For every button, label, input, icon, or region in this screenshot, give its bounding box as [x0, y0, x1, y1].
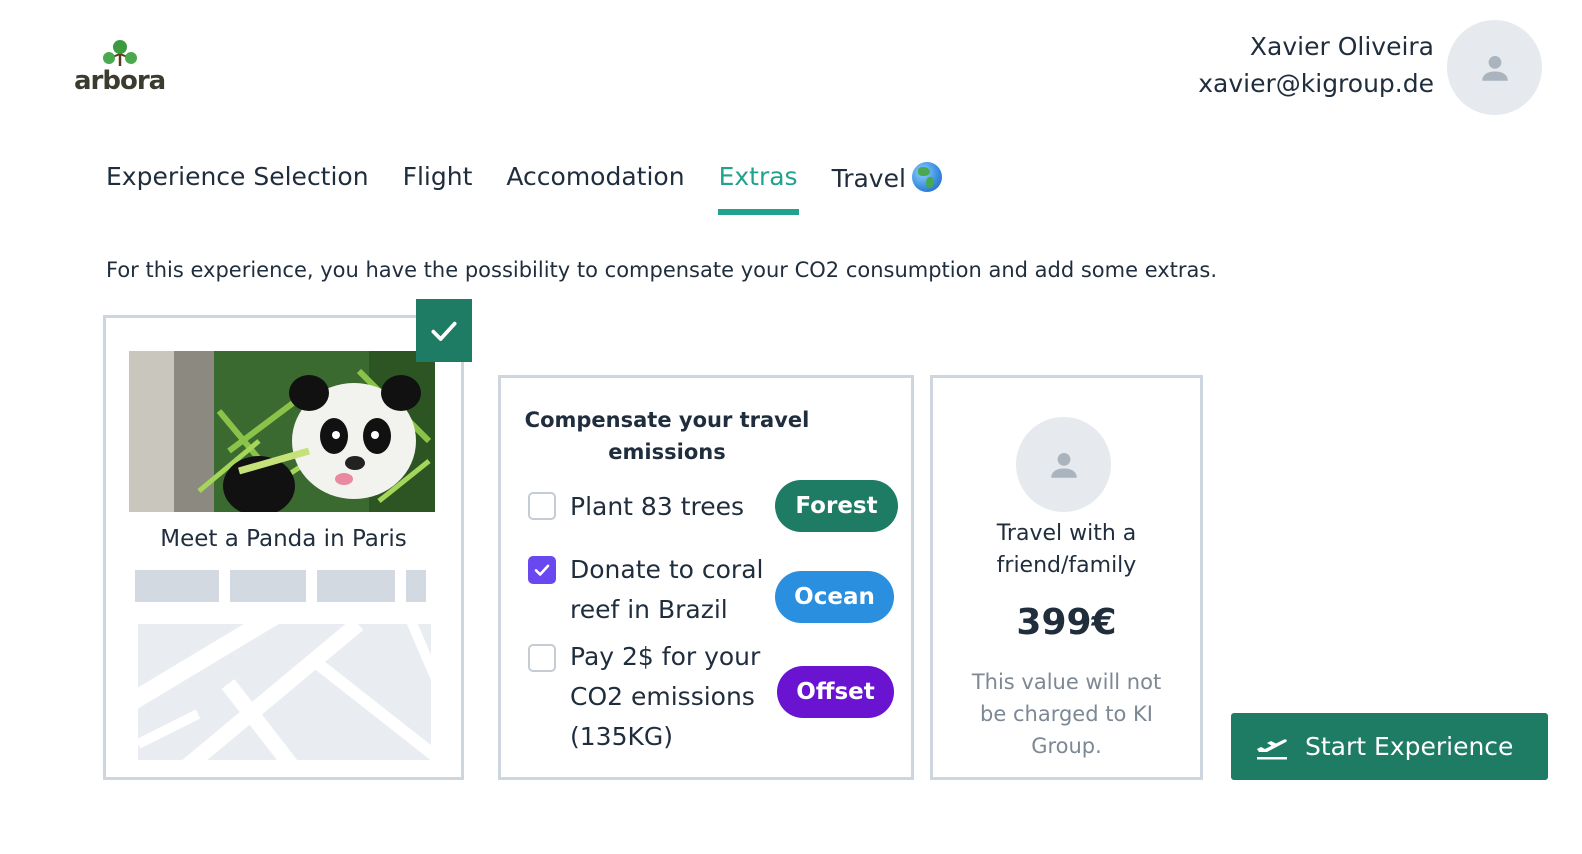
friend-label-line: Travel with a — [996, 521, 1137, 546]
option-label: Pay 2$ for your CO2 emissions (135KG) — [570, 637, 760, 757]
tab-label: Travel — [831, 164, 906, 193]
check-icon — [431, 321, 457, 341]
option-label-line: CO2 emissions — [570, 682, 755, 711]
tab-flight[interactable]: Flight — [403, 162, 473, 215]
friend-price: 399€ — [1016, 602, 1117, 643]
tab-accomodation[interactable]: Accomodation — [506, 162, 684, 215]
compensation-title: Compensate your travel emissions — [524, 408, 810, 464]
user-email: xavier@kigroup.de — [1198, 69, 1434, 98]
skeleton-bar — [135, 570, 219, 602]
option-label: Donate to coral reef in Brazil — [570, 550, 763, 630]
friend-avatar — [1016, 417, 1111, 512]
travel-with-friend-card[interactable]: Travel with a friend/family 399€ This va… — [930, 375, 1203, 780]
checkbox-plant-trees[interactable] — [528, 492, 556, 520]
globe-icon — [911, 162, 942, 192]
option-label-line: Donate to coral — [570, 555, 764, 584]
tag-offset[interactable]: Offset — [777, 666, 894, 718]
option-label-line: Plant 83 trees — [570, 492, 745, 521]
intro-text: For this experience, you have the possib… — [106, 258, 1218, 282]
option-label: Plant 83 trees — [570, 487, 744, 527]
tag-label: Offset — [796, 679, 875, 705]
check-icon — [534, 564, 550, 576]
option-label-line: reef in Brazil — [570, 595, 728, 624]
panda-image — [129, 351, 435, 512]
avatar[interactable] — [1447, 20, 1542, 115]
tag-label: Ocean — [794, 584, 875, 610]
start-experience-button[interactable]: Start Experience — [1231, 713, 1548, 780]
tab-label: Extras — [718, 162, 798, 191]
selected-badge — [416, 299, 472, 362]
tab-label: Accomodation — [506, 162, 685, 191]
experience-card[interactable]: Meet a Panda in Paris — [103, 315, 464, 780]
start-experience-label: Start Experience — [1305, 732, 1514, 761]
experience-title: Meet a Panda in Paris — [160, 526, 407, 552]
tag-label: Forest — [795, 493, 878, 519]
brand-logo[interactable]: arbora — [74, 38, 170, 98]
price-note-line: Group. — [1031, 734, 1102, 758]
user-icon — [1481, 55, 1508, 81]
checkbox-pay-offset[interactable] — [528, 644, 556, 672]
user-name: Xavier Oliveira — [1249, 32, 1434, 61]
option-label-line: Pay 2$ for your — [570, 642, 761, 671]
skeleton-bar — [230, 570, 306, 602]
plane-takeoff-icon — [1257, 738, 1287, 759]
tab-extras[interactable]: Extras — [717, 162, 799, 215]
map-placeholder — [138, 624, 431, 760]
skeleton-bar — [406, 570, 426, 602]
price-note-line: be charged to KI — [980, 702, 1153, 726]
option-label-line: (135KG) — [570, 722, 673, 751]
user-info: Xavier Oliveira xavier@kigroup.de — [1198, 30, 1434, 104]
tag-ocean[interactable]: Ocean — [775, 571, 894, 623]
tab-travel[interactable]: Travel — [832, 162, 942, 215]
step-tabs: Experience Selection Flight Accomodation… — [106, 162, 976, 215]
friend-label-line: friend/family — [996, 553, 1137, 578]
price-note-line: This value will not — [971, 670, 1162, 694]
friend-label: Travel with a friend/family — [933, 518, 1200, 582]
user-icon — [1050, 452, 1077, 478]
tab-experience-selection[interactable]: Experience Selection — [106, 162, 369, 215]
skeleton-bar — [317, 570, 395, 602]
price-note: This value will not be charged to KI Gro… — [933, 666, 1200, 762]
checkbox-donate-coral[interactable] — [528, 556, 556, 584]
tab-label: Experience Selection — [106, 162, 369, 191]
tag-forest[interactable]: Forest — [775, 480, 898, 532]
brand-name: arbora — [74, 66, 166, 96]
compensation-card: Compensate your travel emissions Plant 8… — [498, 375, 914, 780]
tab-label: Flight — [402, 162, 473, 191]
